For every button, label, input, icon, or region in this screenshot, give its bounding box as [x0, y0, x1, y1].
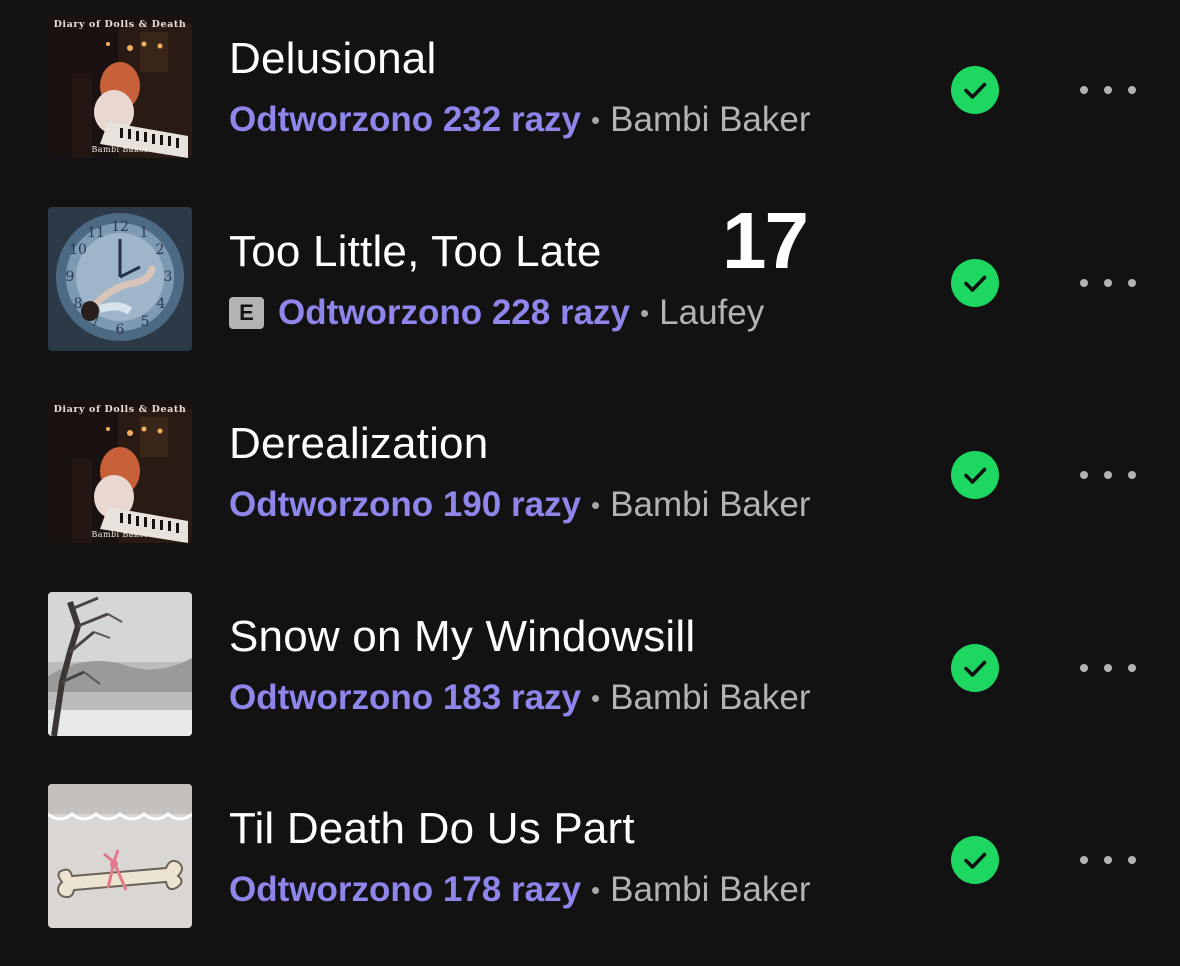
svg-text:9: 9 — [66, 269, 75, 285]
separator-dot: • — [640, 297, 650, 328]
separator-dot: • — [591, 489, 601, 520]
track-title: Derealization — [229, 419, 489, 468]
album-cover: Diary of Dolls & Death Bambi Baker — [48, 14, 192, 158]
track-title: Til Death Do Us Part — [229, 804, 635, 853]
svg-text:6: 6 — [116, 322, 125, 338]
svg-text:11: 11 — [87, 225, 105, 241]
svg-text:3: 3 — [164, 269, 173, 285]
more-options-button[interactable] — [1080, 850, 1136, 870]
play-count: Odtworzono 232 razy — [229, 100, 582, 139]
track-row[interactable]: Til Death Do Us Part Odtworzono 178 razy… — [0, 784, 1180, 934]
album-cover — [48, 592, 192, 736]
artist-link[interactable]: Bambi Baker — [610, 100, 810, 140]
more-options-button[interactable] — [1080, 80, 1136, 100]
track-meta: Odtworzono 232 razy • Bambi Baker — [229, 100, 811, 140]
cover-signature: Bambi Baker — [91, 530, 149, 539]
track-row[interactable]: Snow on My Windowsill Odtworzono 183 raz… — [0, 592, 1180, 742]
saved-check-icon[interactable] — [951, 259, 999, 307]
svg-text:2: 2 — [156, 242, 165, 258]
saved-check-icon[interactable] — [951, 644, 999, 692]
overlay-number: 17 — [722, 196, 809, 285]
track-list: Diary of Dolls & Death Bambi Baker Delus… — [0, 0, 1180, 966]
svg-text:12: 12 — [111, 219, 129, 235]
artist-link[interactable]: Bambi Baker — [610, 485, 810, 525]
track-meta: E Odtworzono 228 razy • Laufey — [229, 293, 764, 333]
track-row[interactable]: Diary of Dolls & Death Bambi Baker Derea… — [0, 399, 1180, 549]
play-count: Odtworzono 178 razy — [229, 870, 582, 909]
saved-check-icon[interactable] — [951, 451, 999, 499]
cover-signature: Bambi Baker — [91, 145, 149, 154]
svg-text:5: 5 — [141, 314, 150, 330]
track-row[interactable]: Diary of Dolls & Death Bambi Baker Delus… — [0, 14, 1180, 164]
cover-caption: Diary of Dolls & Death — [53, 404, 187, 415]
svg-text:1: 1 — [140, 225, 149, 241]
play-count: Odtworzono 190 razy — [229, 485, 582, 524]
more-options-button[interactable] — [1080, 658, 1136, 678]
track-row[interactable]: 12 1 2 345 678 9 10 11 Too Little, Too Late … — [0, 207, 1180, 357]
artist-link[interactable]: Laufey — [659, 293, 764, 333]
more-options-button[interactable] — [1080, 465, 1136, 485]
album-cover — [48, 784, 192, 928]
separator-dot: • — [591, 104, 601, 135]
album-cover: 12 1 2 345 678 9 10 11 — [48, 207, 192, 351]
play-count: Odtworzono 228 razy — [278, 293, 631, 332]
saved-check-icon[interactable] — [951, 836, 999, 884]
svg-text:10: 10 — [69, 242, 87, 258]
explicit-badge: E — [229, 297, 264, 329]
track-meta: Odtworzono 190 razy • Bambi Baker — [229, 485, 811, 525]
svg-text:4: 4 — [157, 296, 166, 312]
more-options-button[interactable] — [1080, 273, 1136, 293]
play-count: Odtworzono 183 razy — [229, 678, 582, 717]
saved-check-icon[interactable] — [951, 66, 999, 114]
album-cover: Diary of Dolls & Death Bambi Baker — [48, 399, 192, 543]
cover-caption: Diary of Dolls & Death — [53, 19, 187, 30]
track-title: Too Little, Too Late — [229, 227, 602, 276]
artist-link[interactable]: Bambi Baker — [610, 870, 810, 910]
separator-dot: • — [591, 682, 601, 713]
separator-dot: • — [591, 874, 601, 905]
track-meta: Odtworzono 183 razy • Bambi Baker — [229, 678, 811, 718]
track-meta: Odtworzono 178 razy • Bambi Baker — [229, 870, 811, 910]
track-title: Delusional — [229, 34, 437, 83]
track-title: Snow on My Windowsill — [229, 612, 696, 661]
artist-link[interactable]: Bambi Baker — [610, 678, 810, 718]
